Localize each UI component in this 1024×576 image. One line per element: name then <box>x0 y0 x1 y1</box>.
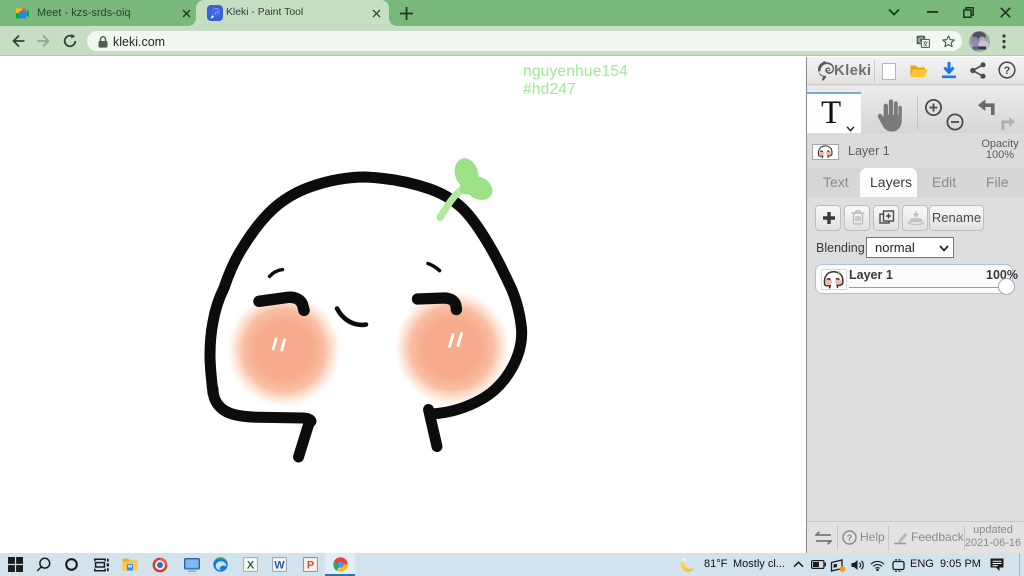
svg-text:?: ? <box>847 533 853 543</box>
svg-text:P: P <box>307 560 314 572</box>
svg-text:?: ? <box>1004 65 1011 77</box>
svg-text:X: X <box>247 560 255 572</box>
svg-text:W: W <box>274 560 285 572</box>
